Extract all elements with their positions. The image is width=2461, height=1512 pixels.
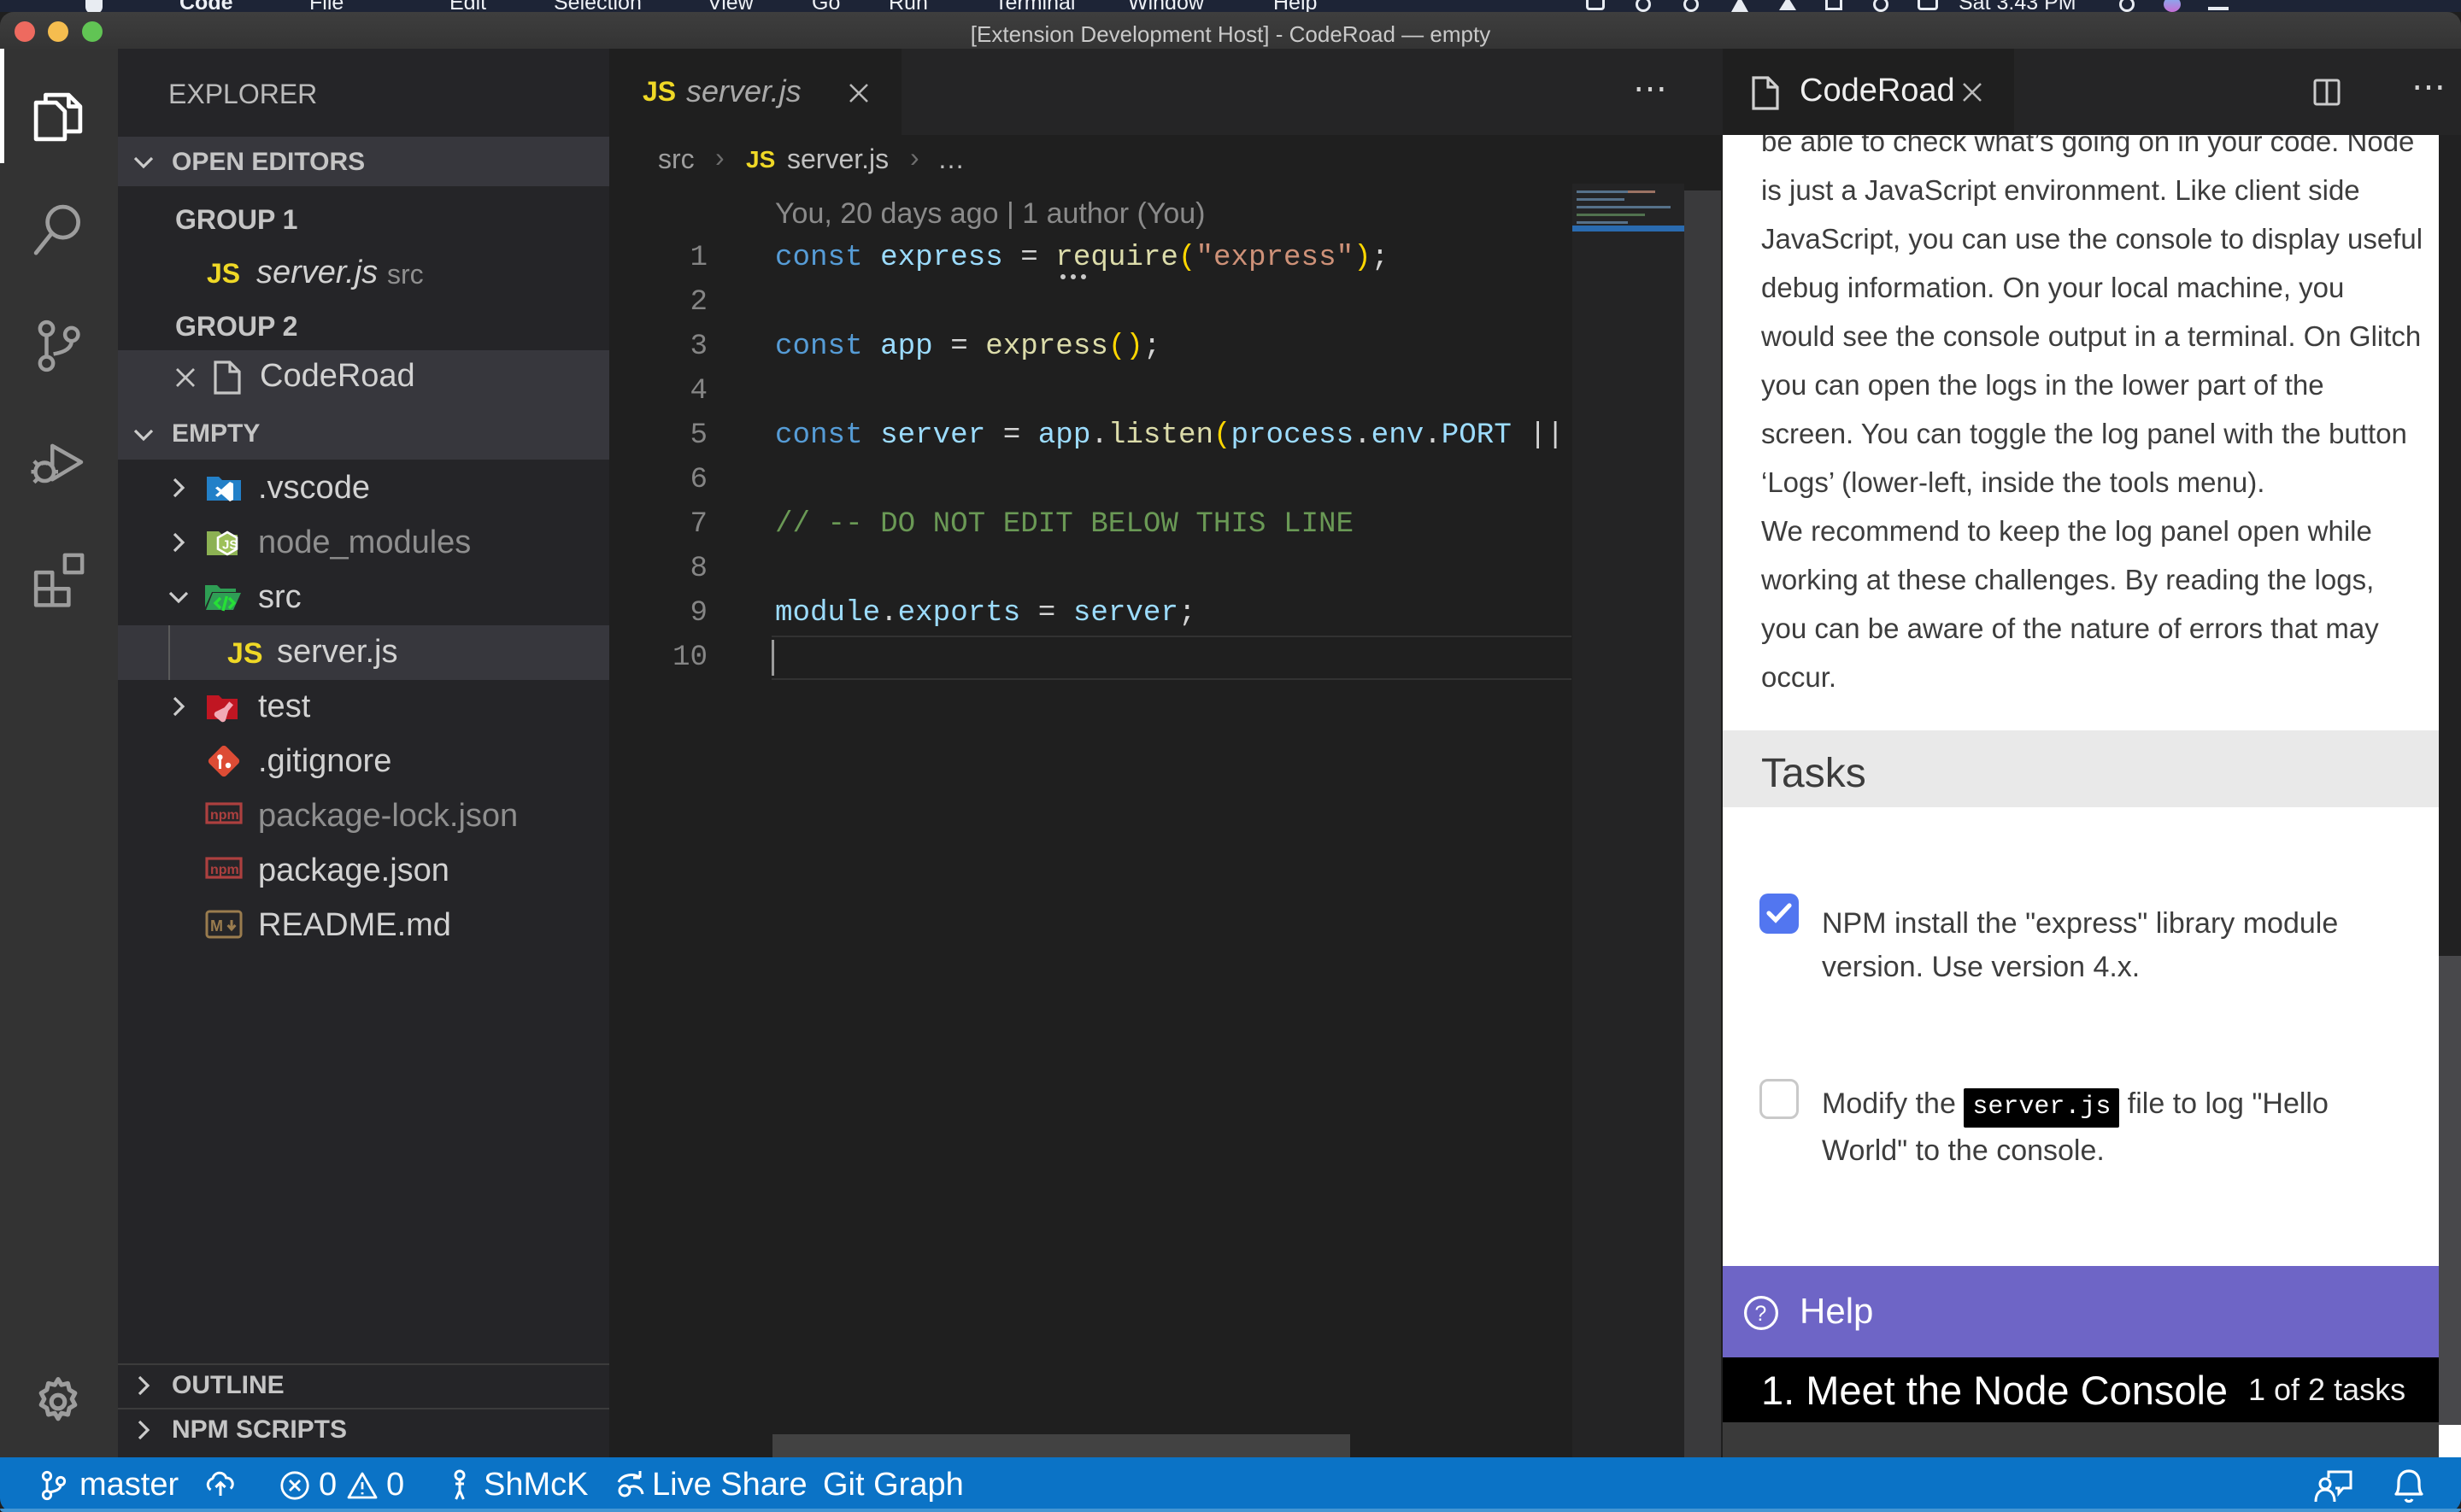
svg-text:?: ? [1754, 1302, 1766, 1326]
svg-text:npm: npm [210, 808, 239, 823]
svg-text:npm: npm [210, 863, 239, 877]
svg-text:JS: JS [222, 538, 238, 553]
svg-text:M: M [210, 917, 223, 935]
